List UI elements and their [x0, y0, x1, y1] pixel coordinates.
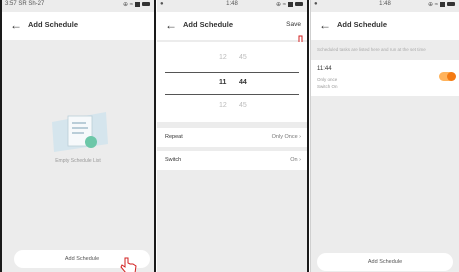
status-bar: 3:57 SR Sh-27 ⊕ ≈	[2, 0, 154, 9]
app-bar: ← Add Schedule	[2, 12, 154, 40]
repeat-value: Only Once ›	[271, 134, 301, 140]
hand-pointer-icon	[120, 257, 137, 272]
page-title: Add Schedule	[337, 20, 388, 29]
section-hint: Scheduled tasks are listed here and run …	[317, 47, 426, 52]
signal-icon	[440, 1, 445, 7]
battery-icon	[295, 2, 303, 7]
status-bar: ● 1:48 ⊕ ≈	[311, 0, 459, 9]
chevron-right-icon: ›	[299, 157, 301, 163]
status-icons: ⊕ ≈	[123, 1, 150, 8]
screen-add-schedule-picker: ● 1:48 ⊕ ≈ ← Add Schedule Save 12 45 11 …	[157, 0, 309, 272]
add-schedule-button[interactable]: Add Schedule	[317, 253, 453, 271]
switch-label: Switch	[165, 157, 182, 163]
status-icons: ⊕ ≈	[428, 1, 455, 8]
battery-icon	[447, 2, 455, 7]
page-title: Add Schedule	[28, 20, 79, 29]
switch-setting-row[interactable]: Switch On ›	[157, 151, 307, 170]
signal-icon	[288, 1, 293, 7]
status-bar: ● 1:48 ⊕ ≈	[157, 0, 307, 9]
picker-divider-bottom	[165, 94, 299, 95]
chevron-right-icon: ›	[299, 134, 301, 140]
app-bar: ← Add Schedule	[311, 12, 459, 40]
empty-state-text: Empty Schedule List	[55, 158, 101, 164]
time-picker[interactable]: 12 45 11 44 12 45	[157, 42, 307, 122]
repeat-label: Repeat	[165, 134, 183, 140]
schedule-time: 11:44	[317, 66, 332, 72]
schedule-repeat: Only once	[317, 77, 338, 82]
schedule-enable-toggle[interactable]	[439, 72, 456, 81]
battery-icon	[142, 2, 150, 7]
save-button[interactable]: Save	[286, 21, 301, 28]
switch-value: On ›	[290, 157, 301, 163]
back-arrow-icon[interactable]: ←	[10, 18, 22, 32]
screen-schedule-list: ● 1:48 ⊕ ≈ ← Add Schedule Scheduled task…	[310, 0, 459, 272]
back-arrow-icon[interactable]: ←	[319, 18, 331, 32]
page-title: Add Schedule	[183, 20, 234, 29]
status-icons: ⊕ ≈	[276, 1, 303, 8]
back-arrow-icon[interactable]: ←	[165, 18, 177, 32]
repeat-setting-row[interactable]: Repeat Only Once ›	[157, 128, 307, 147]
app-bar: ← Add Schedule Save	[157, 12, 307, 40]
picker-divider-top	[165, 72, 299, 73]
screen-empty-schedule: 3:57 SR Sh-27 ⊕ ≈ ← Add Schedule Empty S…	[0, 0, 156, 272]
status-time: 3:57 SR Sh-27	[5, 1, 45, 7]
signal-icon	[135, 1, 140, 7]
schedule-card[interactable]: 11:44 Only once Switch On	[311, 60, 459, 96]
schedule-action: Switch On	[317, 84, 338, 89]
toggle-knob	[447, 72, 456, 81]
document-icon	[52, 112, 108, 152]
